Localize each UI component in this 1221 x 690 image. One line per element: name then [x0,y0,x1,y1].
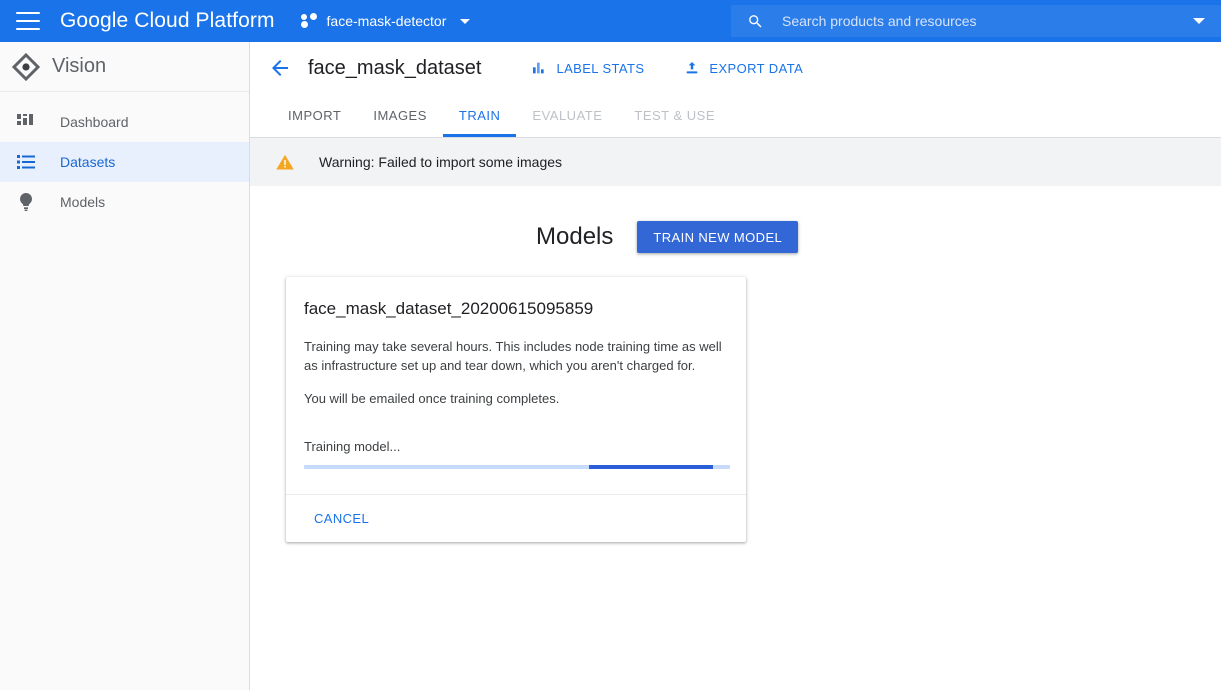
label-stats-label: LABEL STATS [556,60,645,76]
tab-bar: IMPORT IMAGES TRAIN EVALUATE TEST & USE [250,94,1221,138]
brand-title: Google Cloud Platform [60,9,275,32]
model-card-body: face_mask_dataset_20200615095859 Trainin… [286,277,746,494]
sidebar-item-label: Dashboard [60,114,129,130]
model-card-footer: CANCEL [286,494,746,542]
dashboard-icon [17,114,33,125]
progress-bar [304,465,730,469]
tab-images[interactable]: IMAGES [357,93,443,137]
models-section-header: Models TRAIN NEW MODEL [250,221,1221,253]
project-dots-icon [300,13,319,29]
bar-chart-icon [533,62,545,74]
sidebar-item-label: Datasets [60,154,116,170]
model-description-1: Training may take several hours. This in… [304,339,722,373]
back-arrow-icon[interactable] [268,56,292,80]
model-name: face_mask_dataset_20200615095859 [304,299,594,318]
sidebar-item-dashboard[interactable]: Dashboard [0,102,249,142]
tab-import[interactable]: IMPORT [272,93,357,137]
section-title: Models [536,223,614,250]
product-name: Vision [52,55,107,77]
sidebar-nav: Dashboard Datasets Models [0,92,249,222]
bulb-icon [19,193,32,211]
hamburger-icon[interactable] [16,12,40,30]
model-description-2: You will be emailed once training comple… [304,391,560,406]
progress-status-text: Training model... [304,439,401,454]
training-progress-block: Training model... [304,439,730,469]
vision-diamond-icon [12,52,40,81]
search-input[interactable]: Search products and resources [782,13,1193,29]
model-card: face_mask_dataset_20200615095859 Trainin… [286,277,746,542]
sidebar-item-datasets[interactable]: Datasets [0,142,249,182]
progress-bar-fill [589,465,713,469]
sidebar-item-label: Models [60,194,106,210]
chevron-down-icon [460,18,471,24]
export-data-button[interactable]: EXPORT DATA [684,60,803,76]
product-header: Vision [0,42,249,92]
page-header: face_mask_dataset LABEL STATS EXPORT DAT… [250,42,1221,94]
sidebar-item-models[interactable]: Models [0,182,249,222]
export-data-label: EXPORT DATA [709,60,804,76]
search-bar[interactable]: Search products and resources [731,5,1221,37]
train-new-model-button[interactable]: TRAIN NEW MODEL [637,221,799,253]
top-app-bar: Google Cloud Platform face-mask-detector… [0,0,1221,42]
project-selector[interactable]: face-mask-detector [300,13,471,29]
warning-text: Warning: Failed to import some images [319,154,563,170]
tab-evaluate: EVALUATE [532,107,603,123]
search-icon [749,14,762,28]
upload-icon [687,62,698,74]
tab-train[interactable]: TRAIN [442,93,517,137]
list-icon [17,155,35,169]
tab-test-use: TEST & USE [634,107,716,123]
warning-banner: Warning: Failed to import some images [250,138,1221,186]
page-title: face_mask_dataset [308,56,482,79]
project-name: face-mask-detector [326,13,447,29]
sidebar: Vision Dashboard Datasets Models [0,42,250,690]
cancel-button[interactable]: CANCEL [314,511,369,526]
warning-triangle-icon [276,154,294,170]
label-stats-button[interactable]: LABEL STATS [531,60,644,76]
search-chevron-down-icon[interactable] [1193,18,1205,24]
